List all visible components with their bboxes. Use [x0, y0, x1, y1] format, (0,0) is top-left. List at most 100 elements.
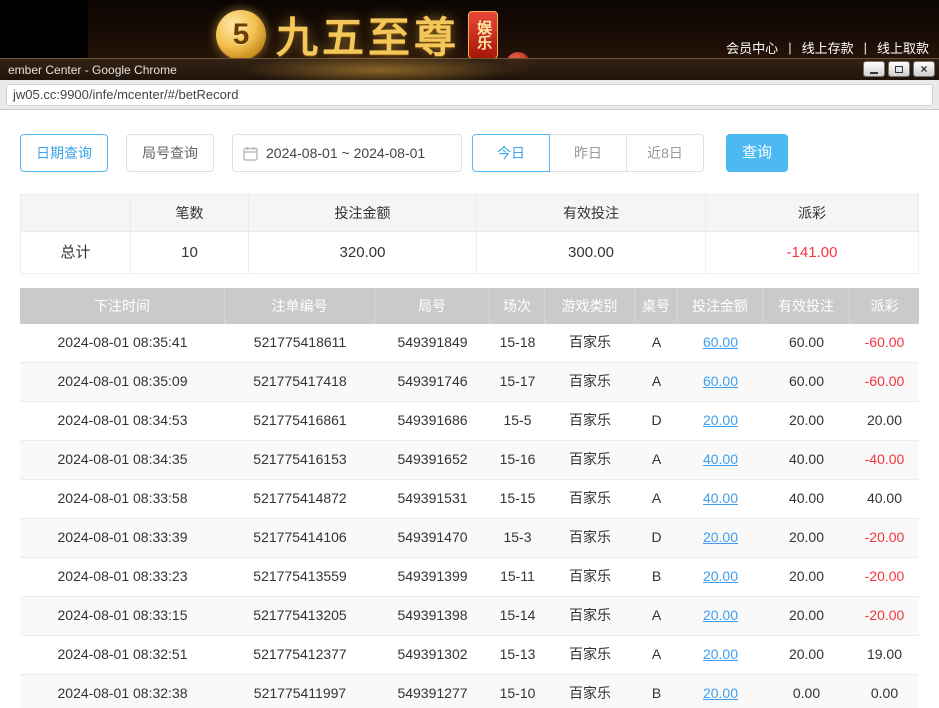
- cell-time: 2024-08-01 08:35:41: [20, 324, 225, 362]
- cell-payout: -20.00: [850, 558, 919, 596]
- cell-session: 15-16: [490, 441, 545, 479]
- cell-session: 15-10: [490, 675, 545, 708]
- cell-order_no: 521775412377: [225, 636, 375, 674]
- browser-toolbar: jw05.cc:9900/infe/mcenter/#/betRecord: [0, 80, 939, 110]
- cell-amount[interactable]: 40.00: [678, 480, 763, 518]
- cell-amount[interactable]: 20.00: [678, 402, 763, 440]
- cell-order_no: 521775414872: [225, 480, 375, 518]
- cell-payout: -20.00: [850, 519, 919, 557]
- logo-symbol: 5: [233, 18, 250, 52]
- cell-amount[interactable]: 20.00: [678, 675, 763, 708]
- cell-payout: -60.00: [850, 324, 919, 362]
- url-bar[interactable]: jw05.cc:9900/infe/mcenter/#/betRecord: [6, 84, 933, 106]
- bet-table-body: 2024-08-01 08:35:41521775418611549391849…: [20, 324, 919, 708]
- cell-round_no: 549391302: [375, 636, 490, 674]
- summary-count-value: 10: [130, 232, 248, 274]
- cell-table_no: D: [635, 402, 678, 440]
- cell-time: 2024-08-01 08:32:38: [20, 675, 225, 708]
- minimize-icon: [870, 72, 878, 74]
- cell-amount[interactable]: 20.00: [678, 558, 763, 596]
- column-header-1: 注单编号: [225, 288, 375, 324]
- nav-online-withdraw[interactable]: 线上取款: [875, 38, 931, 57]
- tab-date-search[interactable]: 日期查询: [20, 134, 108, 172]
- cell-valid: 60.00: [763, 324, 850, 362]
- browser-title-bar: ember Center - Google Chrome ×: [0, 58, 939, 80]
- maximize-icon: [895, 66, 903, 73]
- cell-table_no: A: [635, 324, 678, 362]
- cell-table_no: B: [635, 558, 678, 596]
- quick-last8days-button[interactable]: 近8日: [626, 134, 704, 172]
- nav-separator: |: [788, 40, 791, 55]
- cell-time: 2024-08-01 08:33:39: [20, 519, 225, 557]
- column-header-6: 投注金额: [678, 288, 763, 324]
- cell-payout: 19.00: [850, 636, 919, 674]
- table-row: 2024-08-01 08:33:23521775413559549391399…: [20, 558, 919, 597]
- minimize-button[interactable]: [863, 61, 885, 77]
- cell-amount[interactable]: 60.00: [678, 363, 763, 401]
- summary-header-blank: [20, 194, 130, 232]
- date-range-value: 2024-08-01 ~ 2024-08-01: [266, 145, 425, 161]
- cell-valid: 20.00: [763, 402, 850, 440]
- cell-game: 百家乐: [545, 363, 635, 401]
- cell-round_no: 549391686: [375, 402, 490, 440]
- cell-time: 2024-08-01 08:34:53: [20, 402, 225, 440]
- cell-order_no: 521775413205: [225, 597, 375, 635]
- cell-round_no: 549391398: [375, 597, 490, 635]
- cell-order_no: 521775416861: [225, 402, 375, 440]
- cell-time: 2024-08-01 08:34:35: [20, 441, 225, 479]
- search-button[interactable]: 查询: [726, 134, 788, 172]
- cell-valid: 20.00: [763, 558, 850, 596]
- cell-session: 15-5: [490, 402, 545, 440]
- cell-order_no: 521775417418: [225, 363, 375, 401]
- cell-session: 15-14: [490, 597, 545, 635]
- cell-valid: 40.00: [763, 480, 850, 518]
- window-controls: ×: [860, 61, 935, 77]
- nav-separator: |: [864, 40, 867, 55]
- date-range-input[interactable]: 2024-08-01 ~ 2024-08-01: [232, 134, 462, 172]
- cell-time: 2024-08-01 08:33:23: [20, 558, 225, 596]
- cell-amount[interactable]: 20.00: [678, 597, 763, 635]
- background-window-corner: [0, 0, 88, 58]
- cell-time: 2024-08-01 08:33:58: [20, 480, 225, 518]
- quick-today-button[interactable]: 今日: [472, 134, 550, 172]
- column-header-2: 局号: [375, 288, 490, 324]
- cell-payout: 0.00: [850, 675, 919, 708]
- cell-table_no: B: [635, 675, 678, 708]
- cell-table_no: A: [635, 636, 678, 674]
- tab-round-search[interactable]: 局号查询: [126, 134, 214, 172]
- quick-yesterday-button[interactable]: 昨日: [549, 134, 627, 172]
- cell-payout: -60.00: [850, 363, 919, 401]
- cell-table_no: D: [635, 519, 678, 557]
- coin-logo-icon: 5: [216, 10, 266, 60]
- cell-amount[interactable]: 40.00: [678, 441, 763, 479]
- cell-round_no: 549391746: [375, 363, 490, 401]
- cell-table_no: A: [635, 441, 678, 479]
- nav-online-deposit[interactable]: 线上存款: [800, 38, 856, 57]
- cell-session: 15-11: [490, 558, 545, 596]
- close-button[interactable]: ×: [913, 61, 935, 77]
- cell-time: 2024-08-01 08:32:51: [20, 636, 225, 674]
- cell-payout: 20.00: [850, 402, 919, 440]
- cell-game: 百家乐: [545, 636, 635, 674]
- maximize-button[interactable]: [888, 61, 910, 77]
- cell-game: 百家乐: [545, 675, 635, 708]
- cell-game: 百家乐: [545, 480, 635, 518]
- cell-amount[interactable]: 20.00: [678, 519, 763, 557]
- cell-game: 百家乐: [545, 519, 635, 557]
- cell-order_no: 521775411997: [225, 675, 375, 708]
- nav-member-center[interactable]: 会员中心: [724, 38, 780, 57]
- cell-order_no: 521775418611: [225, 324, 375, 362]
- quick-date-group: 今日 昨日 近8日: [472, 134, 704, 172]
- cell-session: 15-15: [490, 480, 545, 518]
- cell-amount[interactable]: 20.00: [678, 636, 763, 674]
- close-icon: ×: [920, 63, 927, 75]
- cell-amount[interactable]: 60.00: [678, 324, 763, 362]
- cell-round_no: 549391849: [375, 324, 490, 362]
- table-row: 2024-08-01 08:33:15521775413205549391398…: [20, 597, 919, 636]
- summary-header-row: 笔数 投注金额 有效投注 派彩: [20, 194, 919, 232]
- cell-time: 2024-08-01 08:33:15: [20, 597, 225, 635]
- table-row: 2024-08-01 08:34:35521775416153549391652…: [20, 441, 919, 480]
- cell-round_no: 549391470: [375, 519, 490, 557]
- table-row: 2024-08-01 08:35:09521775417418549391746…: [20, 363, 919, 402]
- cell-session: 15-17: [490, 363, 545, 401]
